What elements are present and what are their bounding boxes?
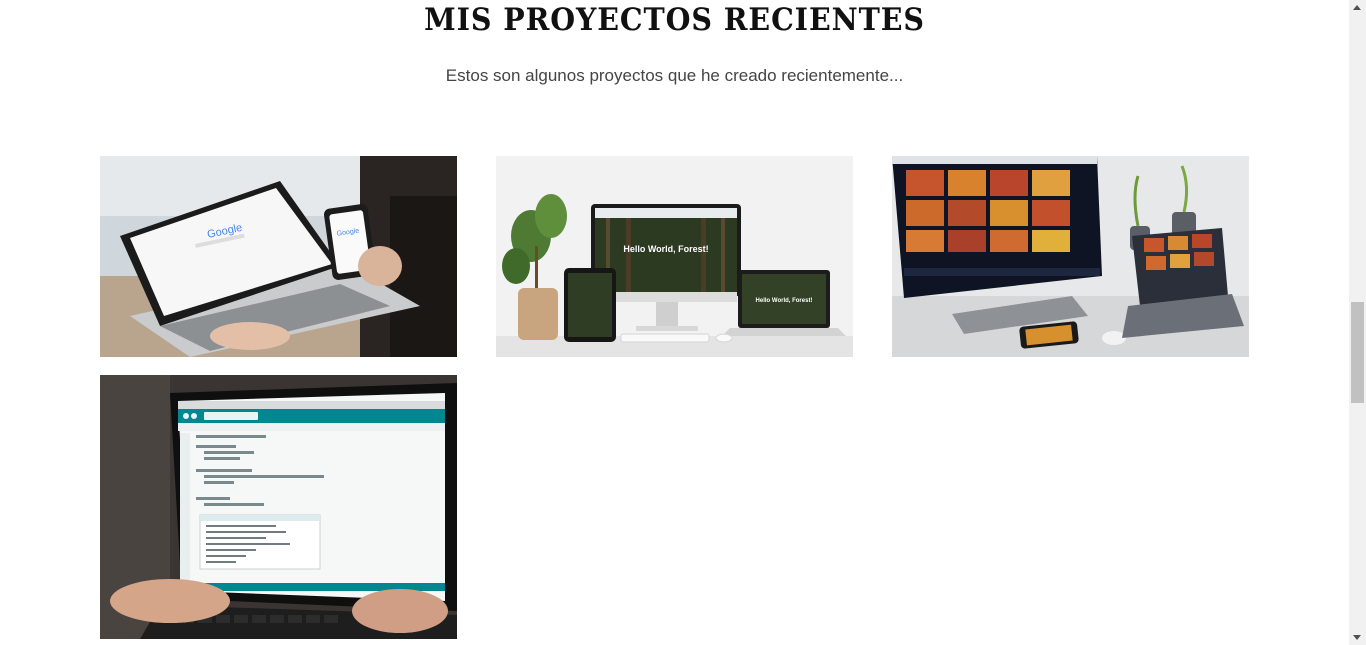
project-card-2[interactable]: Hello World, Forest! Hello World, Forest… <box>496 156 853 357</box>
project-card-4[interactable] <box>100 375 457 639</box>
vertical-scrollbar[interactable] <box>1349 0 1366 645</box>
project-card-3[interactable] <box>892 156 1249 357</box>
project-image-arduino-ide <box>100 375 457 639</box>
section-subtitle: Estos son algunos proyectos que he cread… <box>445 66 904 85</box>
scroll-down-arrow-icon[interactable] <box>1353 635 1361 640</box>
page: MIS PROYECTOS RECIENTES Estos son alguno… <box>0 0 1349 645</box>
section-title: MIS PROYECTOS RECIENTES <box>424 2 925 38</box>
project-card-1[interactable]: Google Google <box>100 156 457 357</box>
project-image-google-laptop: Google Google <box>100 156 457 357</box>
scrollbar-thumb[interactable] <box>1351 302 1364 403</box>
scroll-up-arrow-icon[interactable] <box>1353 5 1361 10</box>
forest-hero-text: Hello World, Forest! <box>623 244 708 254</box>
project-image-forest-devices: Hello World, Forest! Hello World, Forest… <box>496 156 853 357</box>
svg-text:Hello World, Forest!: Hello World, Forest! <box>756 298 813 304</box>
project-image-pizza-devices <box>892 156 1249 357</box>
